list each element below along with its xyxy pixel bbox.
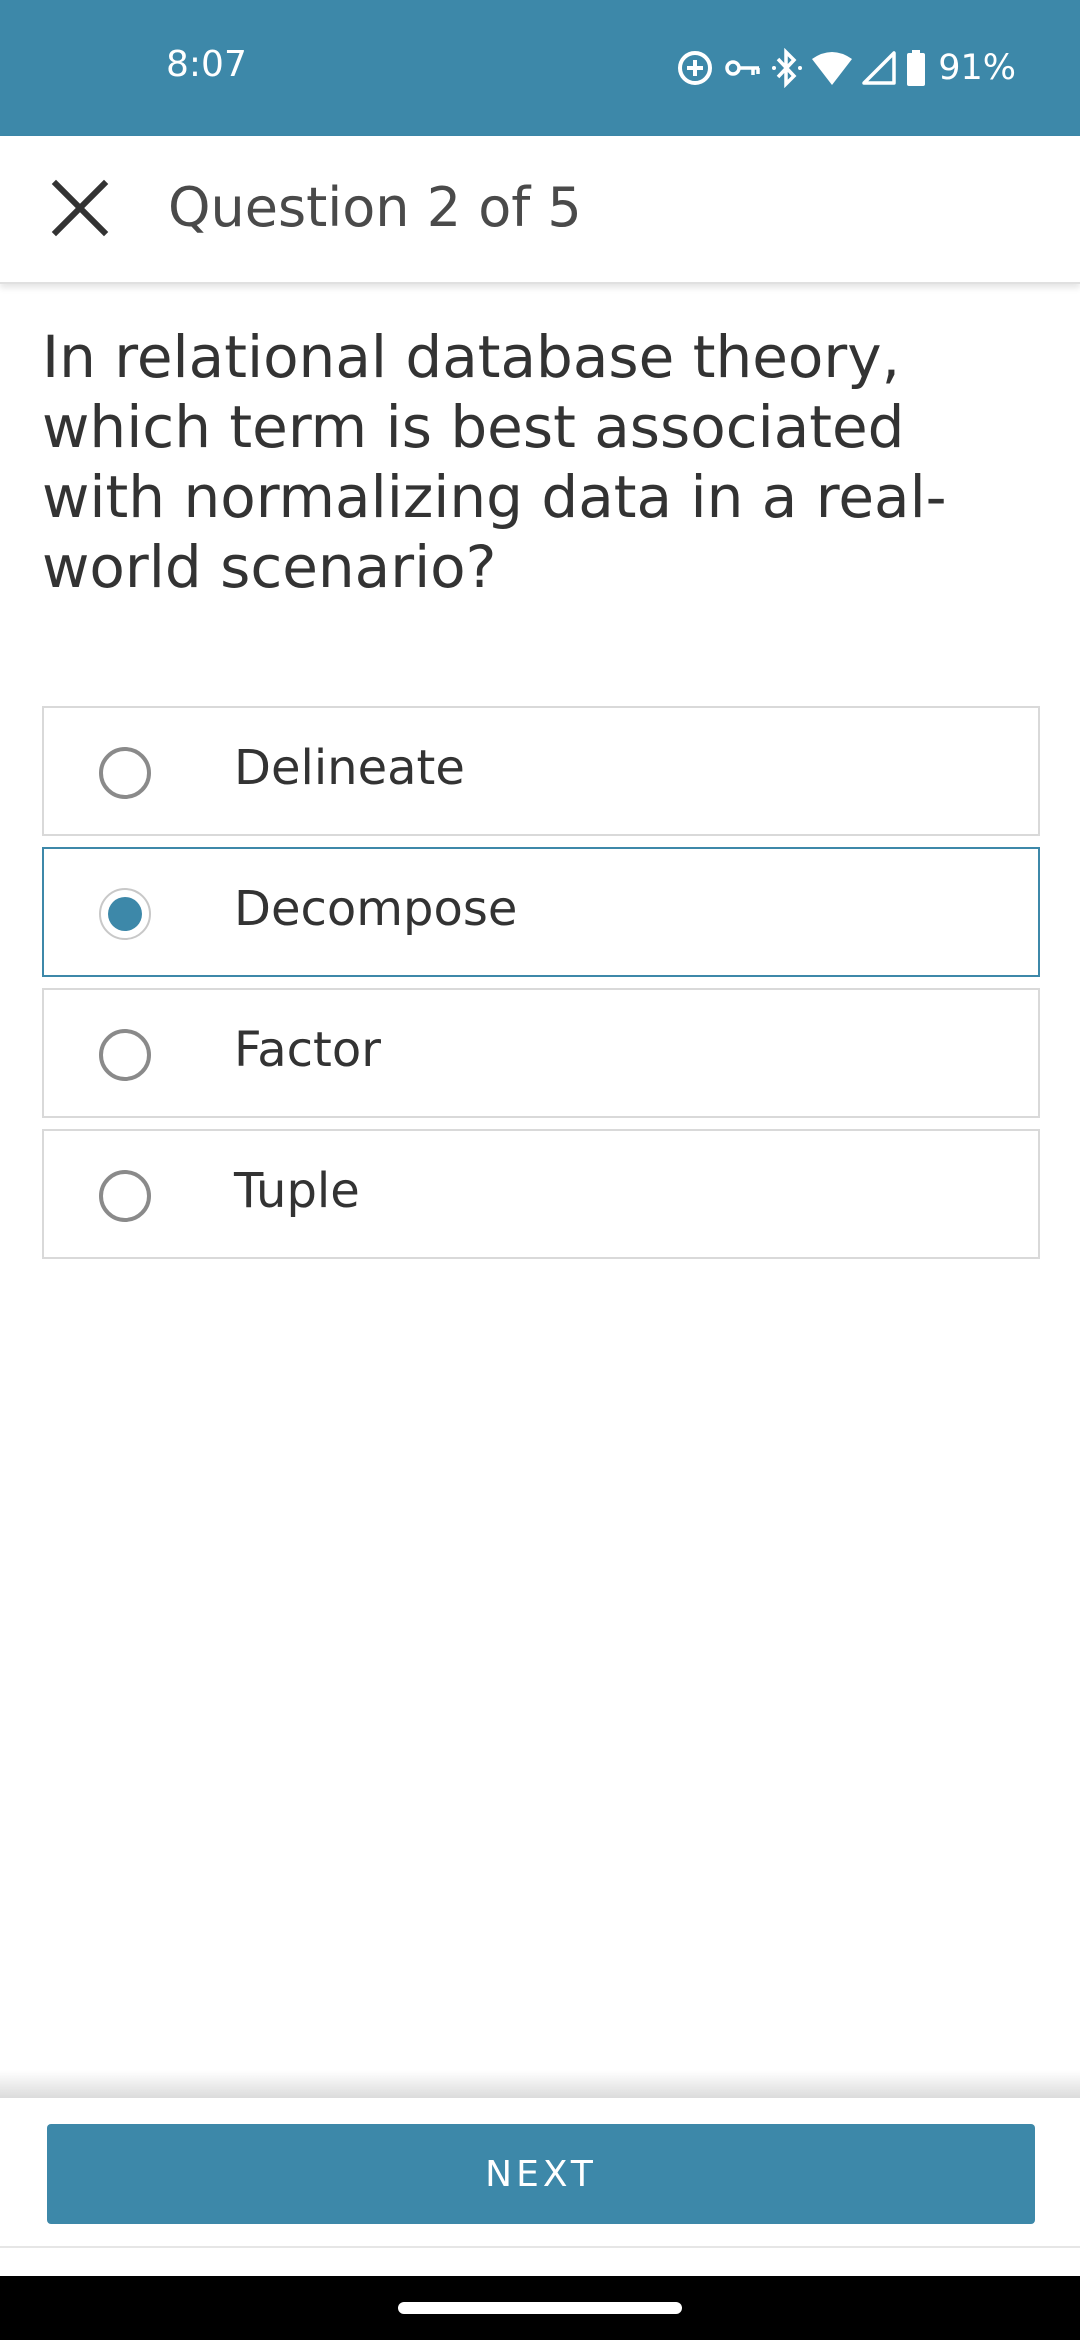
option-label: Factor <box>234 1022 381 1078</box>
radio-button[interactable] <box>99 1029 151 1081</box>
option-factor[interactable]: Factor <box>42 988 1040 1118</box>
sync-icon <box>676 49 714 87</box>
option-label: Tuple <box>234 1163 360 1219</box>
radio-button[interactable] <box>99 747 151 799</box>
bluetooth-icon <box>772 48 803 88</box>
vpn-key-icon <box>724 53 762 83</box>
status-icons: 91% <box>676 46 1016 90</box>
page-title: Question 2 of 5 <box>168 176 582 239</box>
option-label: Delineate <box>234 740 465 796</box>
status-time: 8:07 <box>166 44 247 85</box>
answer-options: Delineate Decompose Factor Tuple <box>42 706 1040 1270</box>
cell-signal-icon <box>862 51 896 85</box>
wifi-icon <box>812 51 853 85</box>
radio-button[interactable] <box>99 1170 151 1222</box>
option-label: Decompose <box>234 881 518 937</box>
radio-button[interactable] <box>99 888 151 940</box>
close-icon <box>50 178 110 243</box>
bottom-divider-shadow <box>0 2070 1080 2098</box>
bottom-bar: NEXT <box>0 2098 1080 2248</box>
next-button[interactable]: NEXT <box>47 2124 1035 2224</box>
battery-percent: 91% <box>938 48 1016 88</box>
home-gesture-handle[interactable] <box>398 2302 682 2314</box>
option-decompose[interactable]: Decompose <box>42 847 1040 977</box>
close-button[interactable] <box>44 174 116 246</box>
option-delineate[interactable]: Delineate <box>42 706 1040 836</box>
quiz-screen: 8:07 91% Question 2 of 5 In relational d… <box>0 0 1080 2340</box>
app-bar: Question 2 of 5 <box>0 136 1080 284</box>
status-bar: 8:07 91% <box>0 0 1080 136</box>
question-text: In relational database theory, which ter… <box>42 323 947 601</box>
system-nav-bar <box>0 2276 1080 2340</box>
option-tuple[interactable]: Tuple <box>42 1129 1040 1259</box>
battery-icon <box>906 50 926 86</box>
